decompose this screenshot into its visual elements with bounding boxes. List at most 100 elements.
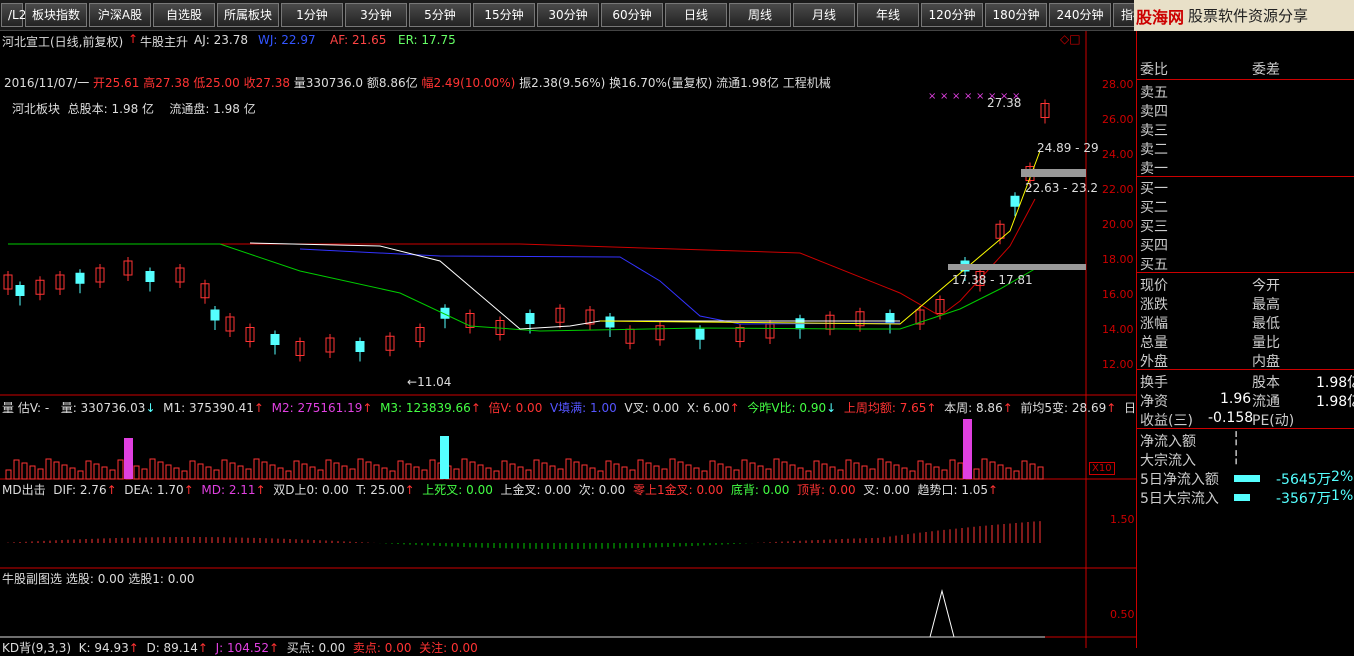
volume-bar (637, 459, 644, 480)
quote-field-label: 最低 (1252, 316, 1280, 332)
macd-header: MD出击 DIF: 2.76↑ DEA: 1.70↑ MD: 2.11↑ 双D上… (2, 483, 999, 497)
price-tick: 18.00 (1102, 253, 1134, 266)
volume-bar (621, 466, 628, 480)
volume-bar (45, 458, 52, 480)
toolbar-btn-3[interactable]: 自选股 (153, 3, 215, 27)
volume-bar (893, 464, 900, 480)
volume-bar (117, 459, 124, 480)
label-min: ←11.04 (407, 375, 452, 389)
toolbar-btn-1[interactable]: 板块指数 (25, 3, 87, 27)
volume-bar (181, 470, 188, 480)
toolbar-btn-10[interactable]: 60分钟 (601, 3, 663, 27)
toolbar-btn-11[interactable]: 日线 (665, 3, 727, 27)
toolbar-btn-12[interactable]: 周线 (729, 3, 791, 27)
sells-label: 卖五 (1140, 85, 1168, 101)
volume-bar (389, 470, 396, 480)
toolbar-btn-14[interactable]: 年线 (857, 3, 919, 27)
volume-header: 量 估V: - 量: 330736.03↓ M1: 375390.41↑ M2:… (2, 401, 1183, 415)
support-band (948, 264, 1086, 270)
price-tick: 16.00 (1102, 288, 1134, 301)
toolbar-btn-2[interactable]: 沪深A股 (89, 3, 151, 27)
volume-bar (349, 468, 356, 480)
macd-scale: 1.50 (1110, 513, 1135, 526)
buys-label: 买一 (1140, 181, 1168, 197)
volume-bar (109, 469, 116, 480)
sells-label: 卖一 (1140, 161, 1168, 177)
volume-bar (821, 463, 828, 480)
volume-bar (85, 460, 92, 480)
wj-value: WJ: 22.97 (258, 33, 316, 47)
signal-mark: × (952, 91, 960, 102)
toolbar-btn-0[interactable]: /L2 (1, 3, 26, 27)
volume-bar (693, 467, 700, 480)
quote-field-label: 量比 (1252, 335, 1280, 351)
volume-bar (61, 464, 68, 480)
candle-body (525, 313, 535, 324)
candle-body (355, 341, 365, 352)
volume-scale[interactable]: X10 (1089, 462, 1115, 475)
volume-bar (861, 465, 868, 480)
volume-spike (124, 438, 133, 479)
candle-body (695, 328, 705, 340)
price-tick: 28.00 (1102, 78, 1134, 91)
volume-bar (189, 460, 196, 480)
bar-info: 2016/11/07/一 开25.61 高27.38 低25.00 收27.38… (4, 76, 831, 90)
toolbar-btn-6[interactable]: 3分钟 (345, 3, 407, 27)
toolbar-btn-8[interactable]: 15分钟 (473, 3, 535, 27)
candle-body (15, 285, 25, 296)
site-logo: 股海网 股票软件资源分享 (1134, 0, 1354, 31)
toolbar-btn-7[interactable]: 5分钟 (409, 3, 471, 27)
volume-bar (325, 459, 332, 480)
volume-bar (845, 459, 852, 480)
toolbar-btn-5[interactable]: 1分钟 (281, 3, 343, 27)
volume-bar (797, 467, 804, 480)
inflow-bar (1234, 475, 1260, 482)
toolbar-btn-16[interactable]: 180分钟 (985, 3, 1047, 27)
label-top: 27.38 (987, 96, 1022, 110)
block-info: 河北板块 总股本: 1.98 亿 流通盘: 1.98 亿 (12, 102, 256, 116)
buys-label: 买四 (1140, 238, 1168, 254)
window-icons[interactable]: ◇□ (1060, 32, 1081, 46)
candle-body (1010, 195, 1020, 207)
sells-label: 卖二 (1140, 142, 1168, 158)
aj-value: AJ: 23.78 (194, 33, 248, 47)
volume-bar (789, 464, 796, 480)
buys-label: 买五 (1140, 257, 1168, 273)
volume-bar (93, 463, 100, 480)
kline-chart[interactable]: × × × × × × × × (0, 31, 1136, 648)
volume-bar (773, 458, 780, 480)
candle-body (270, 334, 280, 345)
weibi-label: 委比 (1140, 62, 1168, 78)
volume-bar (749, 462, 756, 480)
volume-bar (261, 461, 268, 480)
quote-field-label: 外盘 (1140, 354, 1168, 370)
sub-scale: 0.50 (1110, 608, 1135, 621)
volume-bar (477, 464, 484, 480)
volume-bar (661, 468, 668, 480)
volume-bar (757, 465, 764, 480)
toolbar-btn-9[interactable]: 30分钟 (537, 3, 599, 27)
toolbar-btn-4[interactable]: 所属板块 (217, 3, 279, 27)
volume-bar (589, 467, 596, 480)
ma-white (249, 242, 900, 330)
volume-bar (405, 463, 412, 480)
volume-bar (781, 461, 788, 480)
volume-bar (517, 466, 524, 480)
volume-bar (1013, 470, 1020, 480)
volume-bar (29, 465, 36, 480)
volume-bar (901, 467, 908, 480)
quote-field-label: 总量 (1140, 335, 1168, 351)
volume-bar (421, 469, 428, 480)
volume-bar (725, 466, 732, 480)
signal-mark: × (940, 91, 948, 102)
label-mid: 22.63 - 23.2 (1025, 181, 1099, 195)
volume-bar (869, 468, 876, 480)
volume-bar (197, 463, 204, 480)
volume-bar (885, 461, 892, 480)
toolbar-btn-13[interactable]: 月线 (793, 3, 855, 27)
volume-bar (997, 464, 1004, 480)
toolbar-btn-15[interactable]: 120分钟 (921, 3, 983, 27)
ma-red (8, 198, 1036, 317)
toolbar-btn-17[interactable]: 240分钟 (1049, 3, 1111, 27)
candle-body (75, 272, 85, 284)
